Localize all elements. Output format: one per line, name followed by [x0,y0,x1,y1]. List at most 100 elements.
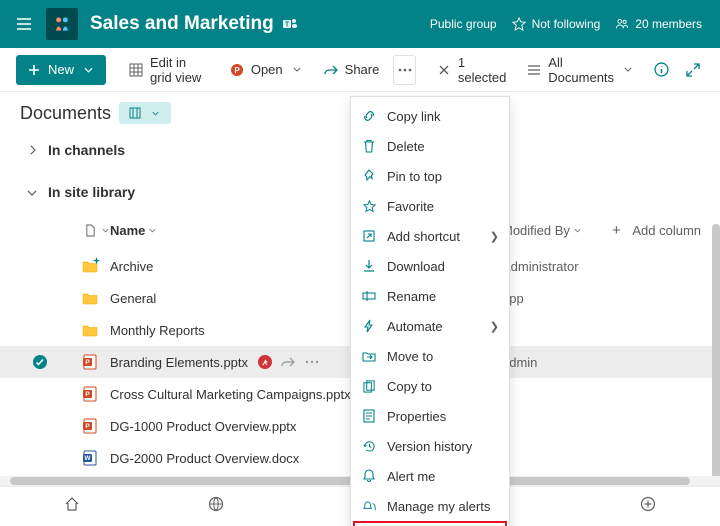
expand-icon [685,62,701,78]
cell-modified-by: app [502,291,612,306]
row-select-indicator[interactable] [26,354,54,370]
alert-icon [361,469,377,483]
nav-add-button[interactable] [640,496,656,518]
svg-text:P: P [85,391,90,398]
file-type-icon [82,222,98,238]
list-icon [526,62,542,78]
view-picker-button[interactable]: All Documents [522,55,640,85]
pin-icon [361,169,377,183]
docx-icon: W [82,450,98,466]
info-icon [653,62,669,78]
folder-icon [82,322,98,338]
star-icon [361,200,377,213]
menu-item-delete[interactable]: Delete [351,131,509,161]
visibility-label: Public group [430,17,497,31]
rename-icon [361,290,377,302]
home-icon [64,496,80,512]
pptx-icon: P [82,418,98,434]
menu-item-automate[interactable]: Automate❯ [351,311,509,341]
open-button[interactable]: P Open [225,55,309,85]
tiles-icon [127,105,143,121]
menu-item-alert-me[interactable]: Alert me [351,461,509,491]
highlight-box [353,521,507,526]
svg-text:T: T [285,22,290,29]
plus-icon [26,62,42,78]
hamburger-button[interactable] [8,8,40,40]
automate-icon [361,319,377,333]
members-button[interactable]: 20 members [614,16,702,32]
props-icon [361,409,377,423]
site-title[interactable]: Sales and Marketing [90,13,274,35]
menu-item-favorite[interactable]: Favorite [351,191,509,221]
menu-item-add-shortcut[interactable]: Add shortcut❯ [351,221,509,251]
checked-out-icon [258,355,272,369]
plus-circle-icon [640,496,656,512]
star-outline-icon [511,16,527,32]
file-name[interactable]: DG-2000 Product Overview.docx [110,451,299,466]
menu-item-move-to[interactable]: Move to [351,341,509,371]
file-name[interactable]: DG-1000 Product Overview.pptx [110,419,296,434]
file-name[interactable]: General [110,291,156,306]
grid-edit-icon [128,62,144,78]
menu-item-copy-to[interactable]: Copy to [351,371,509,401]
fullscreen-button[interactable] [682,55,704,85]
copyto-icon [361,380,377,393]
chevron-down-icon [289,62,305,78]
menu-item-properties[interactable]: Properties [351,401,509,431]
column-type[interactable] [82,222,110,238]
menu-item-manage-my-alerts[interactable]: Manage my alerts [351,491,509,521]
link-icon [361,109,377,123]
folder-icon [82,290,98,306]
file-name[interactable]: Archive [110,259,153,274]
clear-selection-icon[interactable] [436,62,452,78]
svg-text:P: P [234,66,240,75]
column-name[interactable]: Name [110,223,372,238]
chevron-down-icon [24,184,40,200]
nav-home-button[interactable] [64,496,80,518]
chevron-right-icon [24,142,40,158]
menu-item-version-history[interactable]: Version history [351,431,509,461]
pptx-icon: P [82,354,98,370]
menu-item-check-in[interactable]: Check in [351,521,509,526]
add-column-button[interactable]: + Add column [612,223,712,238]
selection-count[interactable]: 1 selected [436,55,506,85]
menu-item-rename[interactable]: Rename [351,281,509,311]
chevron-right-icon: ❯ [490,230,499,243]
site-header: Sales and Marketing T Public group Not f… [0,0,720,48]
nav-sites-button[interactable] [208,496,224,518]
cell-modified-by: admin [502,355,612,370]
file-name[interactable]: Monthly Reports [110,323,205,338]
new-button[interactable]: New [16,55,106,85]
cell-modified-by: Administrator [502,259,612,274]
teams-link-button[interactable]: T [282,16,298,32]
info-pane-button[interactable] [650,55,672,85]
svg-text:W: W [84,455,91,462]
pptx-icon: P [82,386,98,402]
moveto-icon [361,350,377,362]
svg-text:P: P [85,423,90,430]
history-icon [361,440,377,453]
column-modified-by[interactable]: Modified By [502,223,612,238]
more-actions-button[interactable] [393,55,416,85]
library-view-toggle[interactable] [119,102,171,124]
follow-button[interactable]: Not following [511,16,601,32]
menu-item-copy-link[interactable]: Copy link [351,101,509,131]
share-button[interactable]: Share [319,55,384,85]
vertical-scrollbar[interactable] [712,224,720,424]
row-more-icon[interactable] [304,354,320,370]
file-name[interactable]: Branding Elements.pptx [110,355,248,370]
share-icon [323,62,339,78]
shortcut-icon [361,230,377,242]
chevron-right-icon: ❯ [490,320,499,333]
menu-item-pin-to-top[interactable]: Pin to top [351,161,509,191]
share-row-icon[interactable] [280,354,296,370]
edit-grid-view-button[interactable]: Edit in grid view [124,55,215,85]
hamburger-icon [16,16,32,32]
download-icon [361,259,377,273]
menu-item-download[interactable]: Download [351,251,509,281]
more-horizontal-icon [397,62,413,78]
site-logo [46,8,78,40]
powerpoint-icon: P [229,62,245,78]
file-name[interactable]: Cross Cultural Marketing Campaigns.pptx [110,387,351,402]
alerts-icon [361,500,377,513]
